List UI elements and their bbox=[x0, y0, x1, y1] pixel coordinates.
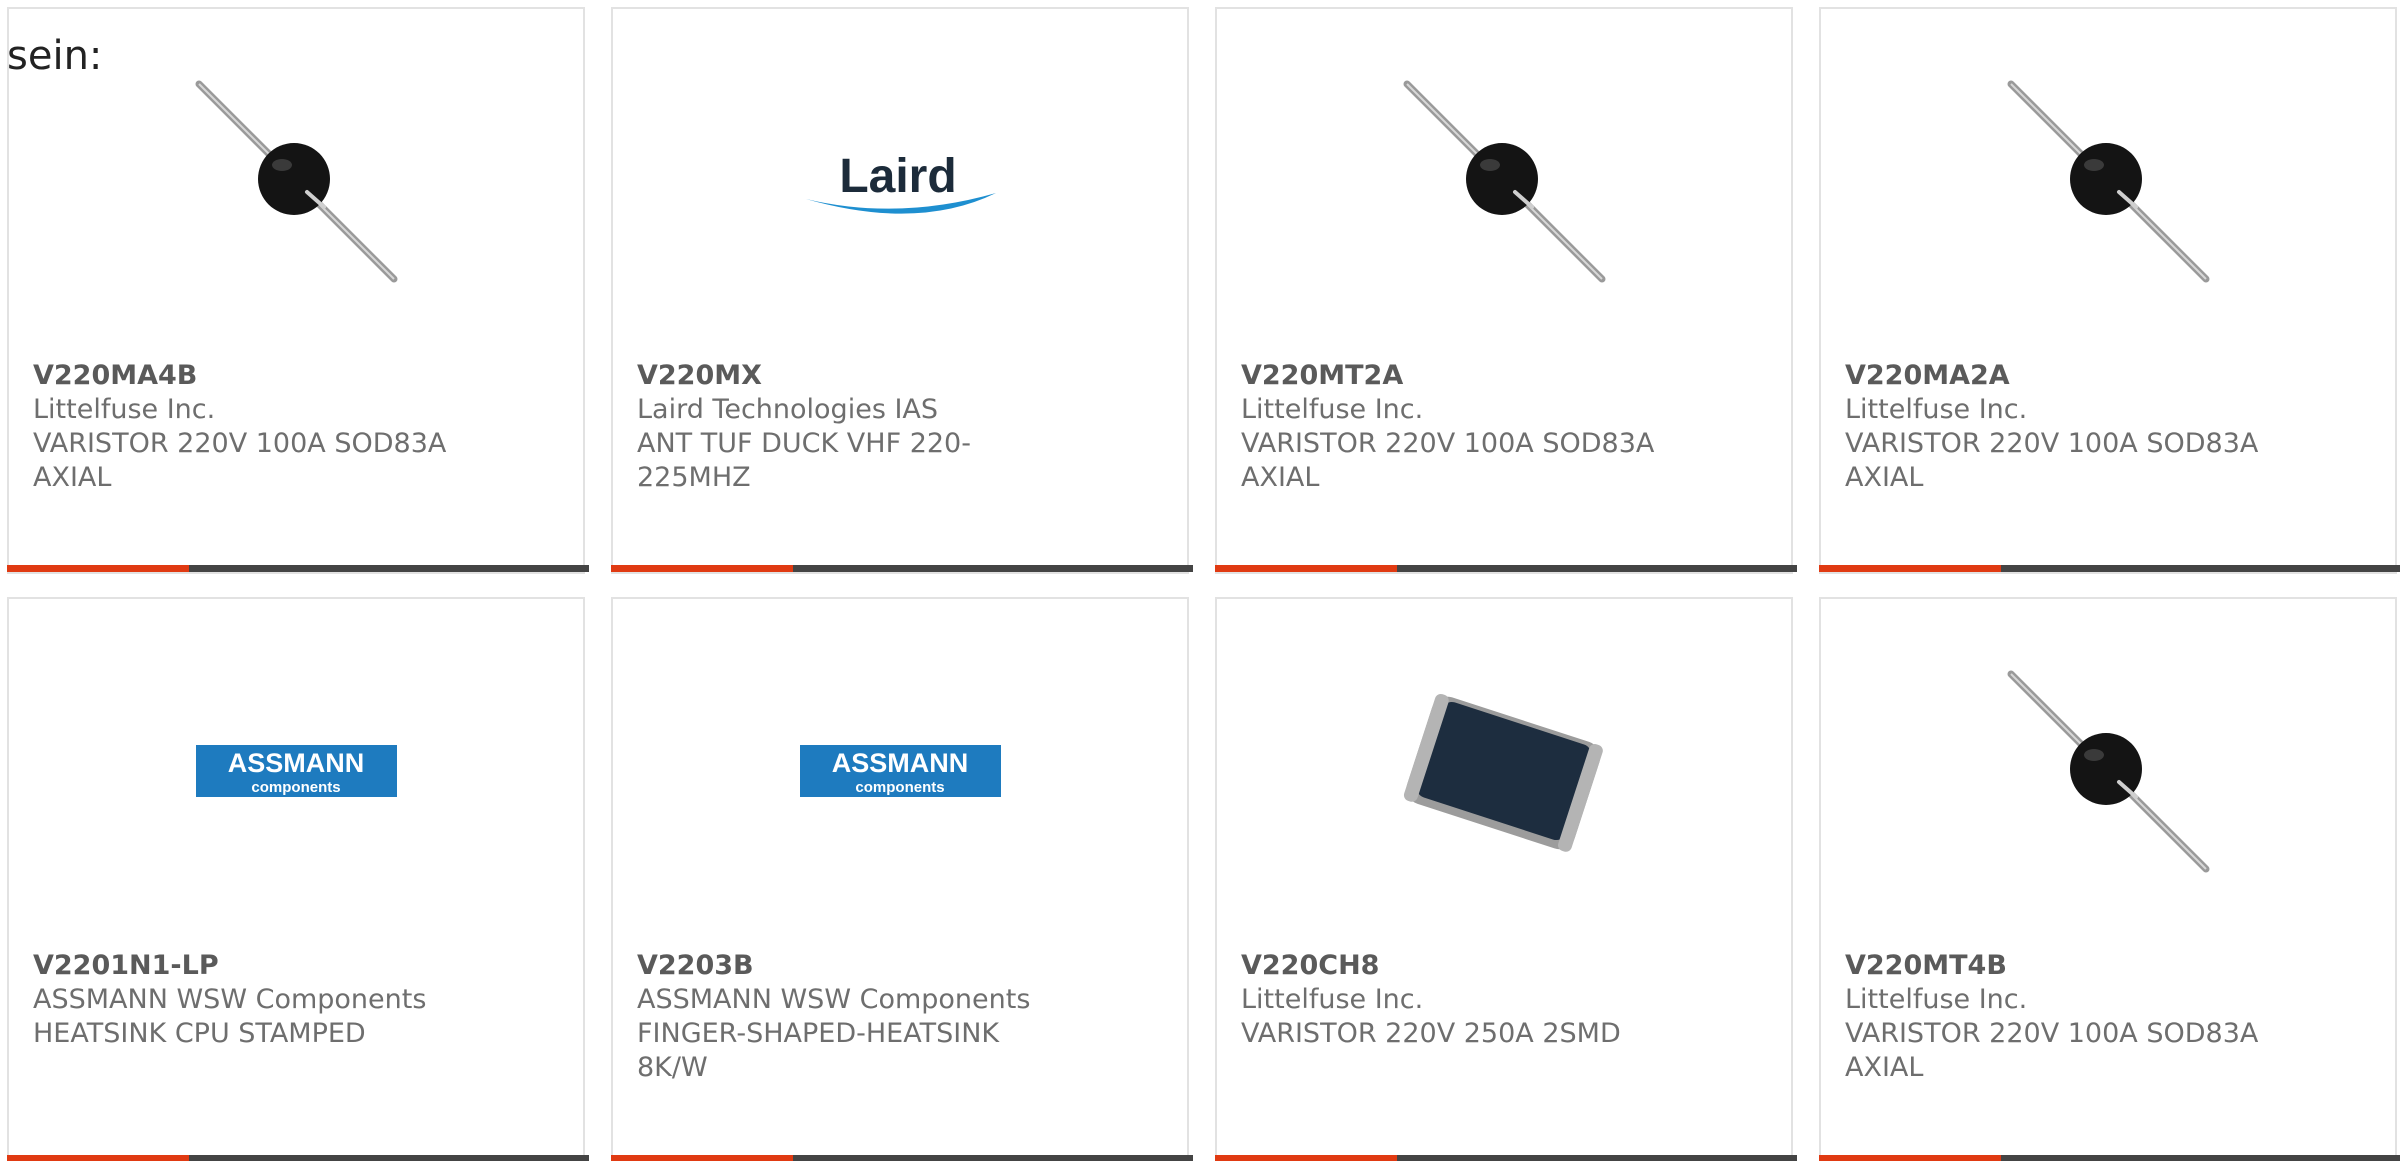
manufacturer-name: Littelfuse Inc. bbox=[1845, 984, 2028, 1015]
svg-text:Laird: Laird bbox=[839, 150, 956, 203]
card-accent-bar bbox=[1215, 565, 1397, 572]
part-number-link[interactable]: V2201N1-LP bbox=[33, 949, 553, 983]
part-number-link[interactable]: V2203B bbox=[637, 949, 1157, 983]
product-description: VARISTOR 220V 250A 2SMD bbox=[1241, 1018, 1621, 1049]
axial-varistor-icon bbox=[195, 80, 398, 283]
part-number-link[interactable]: V220MX bbox=[637, 359, 1157, 393]
manufacturer-name: ASSMANN WSW Components bbox=[637, 984, 1031, 1015]
product-card[interactable]: V220CH8 Littelfuse Inc. VARISTOR 220V 25… bbox=[1215, 597, 1797, 1161]
product-description: VARISTOR 220V 100A SOD83A AXIAL bbox=[1845, 428, 2259, 493]
card-accent-bar bbox=[1819, 1155, 2001, 1161]
card-accent-bar bbox=[1819, 565, 2001, 572]
part-number-link[interactable]: V220CH8 bbox=[1241, 949, 1761, 983]
card-accent-bar bbox=[611, 565, 793, 572]
part-number-link[interactable]: V220MA4B bbox=[33, 359, 553, 393]
axial-varistor-icon bbox=[1403, 80, 1606, 283]
svg-text:ASSMANN: ASSMANN bbox=[228, 748, 365, 778]
svg-text:components: components bbox=[251, 779, 340, 796]
card-bottom-bar bbox=[1819, 565, 2400, 572]
card-accent-bar bbox=[7, 565, 189, 572]
product-card[interactable]: ASSMANN components V2201N1-LP ASSMANN WS… bbox=[7, 597, 589, 1161]
card-accent-bar bbox=[1215, 1155, 1397, 1161]
product-description: FINGER-SHAPED-HEATSINK 8K/W bbox=[637, 1018, 1000, 1083]
product-description: VARISTOR 220V 100A SOD83A AXIAL bbox=[1241, 428, 1655, 493]
product-description: VARISTOR 220V 100A SOD83A AXIAL bbox=[1845, 1018, 2259, 1083]
manufacturer-name: Littelfuse Inc. bbox=[1241, 984, 1424, 1015]
manufacturer-name: Littelfuse Inc. bbox=[1241, 394, 1424, 425]
product-image[interactable] bbox=[2006, 79, 2211, 284]
product-image[interactable] bbox=[1402, 669, 1607, 874]
product-image[interactable]: Laird bbox=[798, 79, 1003, 284]
product-description: ANT TUF DUCK VHF 220-225MHZ bbox=[637, 428, 971, 493]
product-card[interactable]: V220MT2A Littelfuse Inc. VARISTOR 220V 1… bbox=[1215, 7, 1797, 574]
card-bottom-bar bbox=[7, 565, 589, 572]
part-number-link[interactable]: V220MA2A bbox=[1845, 359, 2365, 393]
part-number-link[interactable]: V220MT4B bbox=[1845, 949, 2365, 983]
part-number-link[interactable]: V220MT2A bbox=[1241, 359, 1761, 393]
product-image[interactable]: ASSMANN components bbox=[194, 669, 399, 874]
intro-text: sein: bbox=[7, 33, 103, 79]
manufacturer-name: ASSMANN WSW Components bbox=[33, 984, 427, 1015]
product-card[interactable]: ASSMANN components V2203B ASSMANN WSW Co… bbox=[611, 597, 1193, 1161]
card-accent-bar bbox=[611, 1155, 793, 1161]
axial-varistor-icon bbox=[2007, 670, 2210, 873]
product-card[interactable]: V220MA4B Littelfuse Inc. VARISTOR 220V 1… bbox=[7, 7, 589, 574]
svg-text:ASSMANN: ASSMANN bbox=[832, 748, 969, 778]
card-bottom-bar bbox=[611, 1155, 1193, 1161]
product-description: HEATSINK CPU STAMPED bbox=[33, 1018, 366, 1049]
product-description: VARISTOR 220V 100A SOD83A AXIAL bbox=[33, 428, 447, 493]
axial-varistor-icon bbox=[2007, 80, 2210, 283]
laird-logo: Laird bbox=[806, 150, 996, 214]
card-bottom-bar bbox=[611, 565, 1193, 572]
smd-varistor-icon bbox=[1403, 694, 1603, 852]
product-card[interactable]: Laird V220MX Laird Technologies IAS ANT … bbox=[611, 7, 1193, 574]
card-accent-bar bbox=[7, 1155, 189, 1161]
manufacturer-name: Littelfuse Inc. bbox=[33, 394, 216, 425]
product-image[interactable]: ASSMANN components bbox=[798, 669, 1003, 874]
product-image[interactable] bbox=[2006, 669, 2211, 874]
card-bottom-bar bbox=[1215, 1155, 1797, 1161]
svg-text:components: components bbox=[855, 779, 944, 796]
product-image[interactable] bbox=[194, 79, 399, 284]
manufacturer-name: Laird Technologies IAS bbox=[637, 394, 939, 425]
assmann-logo: ASSMANN components bbox=[196, 745, 397, 797]
card-bottom-bar bbox=[1819, 1155, 2400, 1161]
card-bottom-bar bbox=[1215, 565, 1797, 572]
product-card[interactable]: V220MT4B Littelfuse Inc. VARISTOR 220V 1… bbox=[1819, 597, 2400, 1161]
manufacturer-name: Littelfuse Inc. bbox=[1845, 394, 2028, 425]
card-bottom-bar bbox=[7, 1155, 589, 1161]
assmann-logo: ASSMANN components bbox=[800, 745, 1001, 797]
product-card[interactable]: V220MA2A Littelfuse Inc. VARISTOR 220V 1… bbox=[1819, 7, 2400, 574]
product-image[interactable] bbox=[1402, 79, 1607, 284]
